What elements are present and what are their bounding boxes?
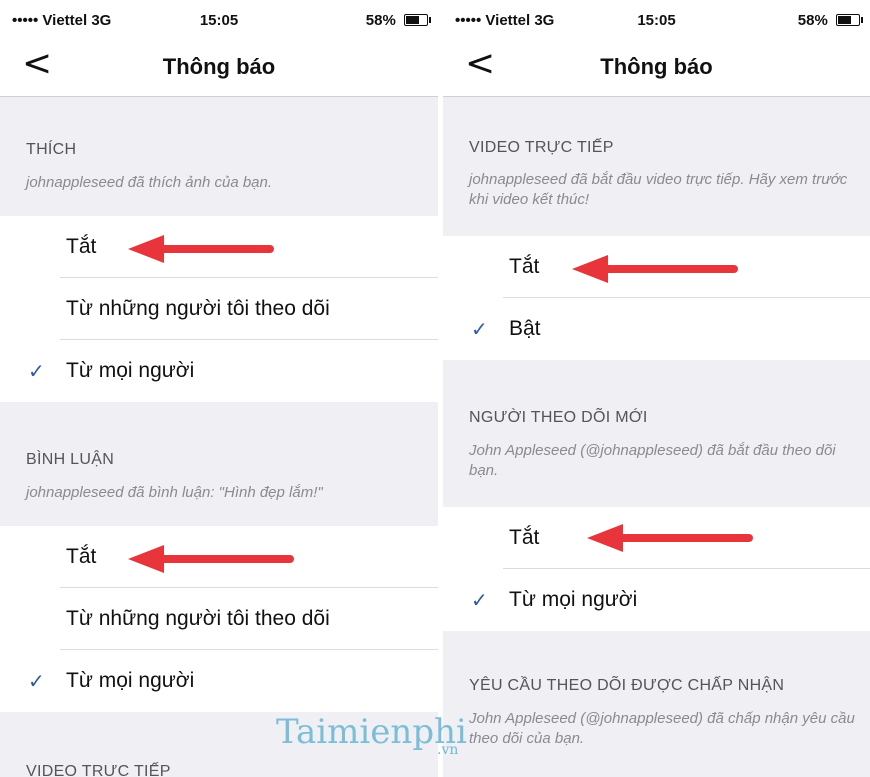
section-title: BÌNH LUẬN [26, 451, 115, 468]
checkmark-icon: ✓ [28, 359, 45, 383]
section-likes: THÍCH johnappleseed đã thích ảnh của bạn… [0, 97, 438, 215]
option-label: Tắt [509, 255, 540, 278]
option-label: Bật [509, 317, 541, 340]
section-title: NGƯỜI THEO DÕI MỚI [469, 409, 648, 426]
section-desc: johnappleseed đã bình luận: "Hình đẹp lắ… [26, 484, 323, 501]
section-desc: johnappleseed đã thích ảnh của bạn. [26, 174, 273, 191]
section-desc: John Appleseed (@johnappleseed) đã chấp … [469, 710, 855, 747]
battery-percent: 58% [365, 12, 396, 29]
option-label: Từ những người tôi theo dõi [66, 297, 330, 320]
section-title: VIDEO TRỰC TIẾP [469, 139, 614, 156]
status-bar: ••••• Viettel 3G 15:05 58% [443, 0, 870, 36]
section-comments: BÌNH LUẬN johnappleseed đã bình luận: "H… [0, 403, 438, 525]
option-followers-everyone[interactable]: ✓ Từ mọi người [443, 569, 870, 631]
red-arrow-annotation [128, 235, 274, 263]
option-label: Từ mọi người [509, 588, 638, 611]
page-title: Thông báo [162, 54, 276, 79]
section-title: YÊU CẦU THEO DÕI ĐƯỢC CHẤP NHẬN [469, 677, 785, 694]
section-title: VIDEO TRỰC TIẾP [26, 763, 171, 777]
battery-icon [836, 14, 863, 26]
checkmark-icon: ✓ [471, 588, 488, 612]
nav-bar: < Thông báo [443, 36, 870, 97]
watermark-domain: .vn [437, 742, 459, 758]
option-comments-everyone[interactable]: ✓ Từ mọi người [0, 650, 438, 712]
left-screen: ••••• Viettel 3G 15:05 58% < Thông báo T… [0, 0, 438, 777]
red-arrow-annotation [572, 255, 738, 283]
section-new-followers: NGƯỜI THEO DÕI MỚI John Appleseed (@john… [443, 361, 870, 506]
option-likes-everyone[interactable]: ✓ Từ mọi người [0, 340, 438, 402]
option-label: Từ mọi người [66, 359, 195, 382]
option-likes-following[interactable]: Từ những người tôi theo dõi [0, 278, 438, 340]
option-label: Tắt [509, 526, 540, 549]
red-arrow-annotation [587, 524, 753, 552]
battery-percent: 58% [797, 12, 828, 29]
option-live-on[interactable]: ✓ Bật [443, 298, 870, 360]
red-arrow-annotation [128, 545, 294, 573]
nav-bar: < Thông báo [0, 36, 438, 97]
section-title: THÍCH [26, 141, 77, 158]
option-label: Từ những người tôi theo dõi [66, 607, 330, 630]
checkmark-icon: ✓ [471, 317, 488, 341]
option-comments-following[interactable]: Từ những người tôi theo dõi [0, 588, 438, 650]
page-title: Thông báo [600, 54, 713, 79]
right-screen: ••••• Viettel 3G 15:05 58% < Thông báo V… [443, 0, 870, 777]
checkmark-icon: ✓ [28, 669, 45, 693]
status-bar: ••••• Viettel 3G 15:05 58% [0, 0, 438, 36]
section-desc: johnappleseed đã bắt đầu video trực tiếp… [469, 171, 848, 208]
section-follow-request-accepted: YÊU CẦU THEO DÕI ĐƯỢC CHẤP NHẬN John App… [443, 632, 870, 777]
option-label: Tắt [66, 545, 97, 568]
battery-status: 58% [365, 12, 431, 29]
battery-icon [404, 14, 431, 26]
section-desc: John Appleseed (@johnappleseed) đã bắt đ… [469, 442, 836, 479]
section-live-video: VIDEO TRỰC TIẾP johnappleseed đã bắt đầu… [443, 97, 870, 235]
option-label: Từ mọi người [66, 669, 195, 692]
option-label: Tắt [66, 235, 97, 258]
battery-status: 58% [797, 12, 863, 29]
